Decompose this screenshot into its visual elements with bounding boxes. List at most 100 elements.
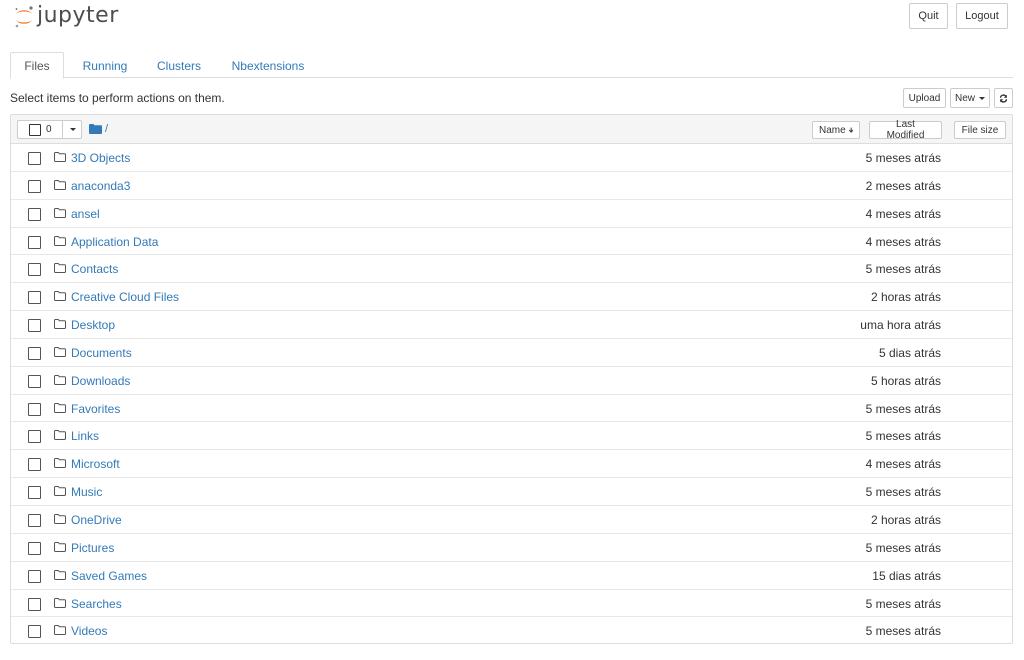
list-item[interactable]: Documents 5 dias atrás [11, 339, 1012, 367]
item-checkbox[interactable] [28, 263, 41, 277]
folder-icon[interactable] [89, 124, 102, 134]
tab-files[interactable]: Files [10, 52, 64, 79]
item-name-link[interactable]: 3D Objects [71, 151, 130, 165]
item-checkbox[interactable] [28, 374, 41, 388]
folder-icon [54, 179, 66, 190]
select-dropdown-toggle[interactable] [62, 121, 82, 138]
item-name-link[interactable]: anaconda3 [71, 179, 130, 193]
list-item[interactable]: 3D Objects 5 meses atrás [11, 144, 1012, 172]
item-name-link[interactable]: Contacts [71, 262, 118, 276]
item-last-modified: 4 meses atrás [865, 457, 941, 472]
list-item[interactable]: Pictures 5 meses atrás [11, 534, 1012, 562]
list-item[interactable]: Videos 5 meses atrás [11, 617, 1012, 645]
item-checkbox[interactable] [28, 625, 41, 639]
breadcrumb-root[interactable]: / [105, 123, 108, 135]
sort-by-size-button[interactable]: File size [954, 121, 1006, 139]
tab-bar: Files Running Clusters Nbextensions [10, 52, 1013, 79]
item-checkbox[interactable] [28, 541, 41, 555]
list-item[interactable]: Saved Games 15 dias atrás [11, 562, 1012, 590]
upload-button[interactable]: Upload [903, 88, 946, 108]
refresh-button[interactable] [994, 88, 1013, 108]
folder-icon [54, 513, 66, 524]
item-checkbox[interactable] [28, 346, 41, 360]
folder-icon [54, 541, 66, 552]
item-checkbox[interactable] [28, 458, 41, 472]
item-checkbox[interactable] [28, 402, 41, 416]
item-last-modified: 2 horas atrás [870, 512, 941, 527]
item-checkbox[interactable] [28, 152, 41, 165]
jupyter-logo-icon [15, 6, 33, 28]
tab-clusters[interactable]: Clusters [154, 52, 204, 79]
folder-icon [54, 402, 66, 413]
jupyter-logo[interactable]: jupyter [14, 3, 119, 30]
item-checkbox[interactable] [28, 235, 41, 249]
folder-icon [54, 207, 66, 218]
item-name-link[interactable]: Documents [71, 346, 132, 360]
item-checkbox[interactable] [28, 207, 41, 221]
file-list: 0 / Name Last Modified File size 3D Obje… [10, 114, 1013, 644]
item-last-modified: 5 meses atrás [865, 485, 941, 500]
list-item[interactable]: Links 5 meses atrás [11, 422, 1012, 451]
new-button-label: New [955, 92, 976, 104]
item-name-link[interactable]: OneDrive [71, 513, 122, 527]
item-checkbox[interactable] [28, 319, 41, 333]
list-item[interactable]: anaconda3 2 meses atrás [11, 172, 1012, 200]
item-name-link[interactable]: Downloads [71, 374, 130, 388]
selection-instructions: Select items to perform actions on them. [10, 91, 225, 105]
quit-button[interactable]: Quit [909, 3, 948, 29]
tab-nbextensions[interactable]: Nbextensions [230, 52, 306, 79]
item-name-link[interactable]: Favorites [71, 402, 120, 416]
item-name-link[interactable]: Microsoft [71, 457, 120, 471]
folder-icon [54, 625, 66, 636]
folder-icon [54, 486, 66, 497]
item-name-link[interactable]: ansel [71, 207, 100, 221]
item-checkbox[interactable] [28, 179, 41, 193]
list-item[interactable]: OneDrive 2 horas atrás [11, 506, 1012, 534]
caret-down-icon [69, 128, 76, 131]
list-item[interactable]: Music 5 meses atrás [11, 478, 1012, 506]
list-item[interactable]: ansel 4 meses atrás [11, 200, 1012, 228]
selected-count: 0 [46, 124, 52, 135]
item-checkbox[interactable] [28, 430, 41, 444]
item-name-link[interactable]: Links [71, 429, 99, 443]
item-last-modified: 5 dias atrás [878, 345, 941, 360]
folder-icon [54, 458, 66, 469]
tab-running[interactable]: Running [78, 52, 132, 79]
item-name-link[interactable]: Searches [71, 597, 122, 611]
item-name-link[interactable]: Music [71, 485, 102, 499]
caret-down-icon [979, 96, 986, 100]
item-last-modified: uma hora atrás [860, 318, 941, 333]
item-checkbox[interactable] [28, 486, 41, 500]
select-all-group[interactable]: 0 [17, 120, 82, 139]
list-item[interactable]: Application Data 4 meses atrás [11, 228, 1012, 256]
list-item[interactable]: Favorites 5 meses atrás [11, 395, 1012, 423]
new-dropdown-button[interactable]: New [950, 88, 990, 108]
item-last-modified: 5 meses atrás [865, 401, 941, 416]
list-item[interactable]: Creative Cloud Files 2 horas atrás [11, 283, 1012, 312]
sort-by-name-button[interactable]: Name [812, 121, 860, 139]
folder-icon [54, 319, 66, 330]
item-name-link[interactable]: Creative Cloud Files [71, 290, 179, 304]
list-item[interactable]: Contacts 5 meses atrás [11, 255, 1012, 284]
item-name-link[interactable]: Application Data [71, 235, 158, 249]
file-list-header: 0 / Name Last Modified File size [11, 115, 1012, 144]
list-item[interactable]: Microsoft 4 meses atrás [11, 450, 1012, 479]
item-checkbox[interactable] [28, 569, 41, 583]
sort-by-modified-button[interactable]: Last Modified [869, 119, 942, 141]
folder-icon [54, 597, 66, 608]
item-name-link[interactable]: Saved Games [71, 569, 147, 583]
logout-button[interactable]: Logout [956, 3, 1008, 29]
item-checkbox[interactable] [28, 597, 41, 611]
select-all-checkbox[interactable] [29, 123, 41, 136]
item-checkbox[interactable] [28, 291, 41, 305]
item-name-link[interactable]: Videos [71, 624, 107, 638]
item-last-modified: 5 meses atrás [865, 540, 941, 555]
list-item[interactable]: Desktop uma hora atrás [11, 311, 1012, 339]
item-name-link[interactable]: Pictures [71, 541, 114, 555]
folder-icon [54, 291, 66, 302]
list-item[interactable]: Downloads 5 horas atrás [11, 367, 1012, 395]
item-checkbox[interactable] [28, 513, 41, 527]
item-name-link[interactable]: Desktop [71, 318, 115, 332]
list-item[interactable]: Searches 5 meses atrás [11, 590, 1012, 618]
arrow-down-icon [848, 127, 853, 133]
